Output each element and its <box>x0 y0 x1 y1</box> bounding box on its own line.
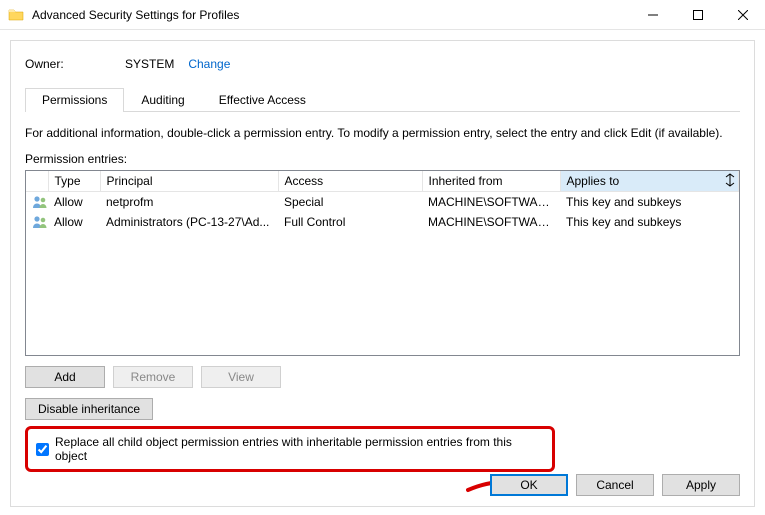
column-header-inherited[interactable]: Inherited from <box>422 171 560 192</box>
folder-icon <box>8 7 24 23</box>
disable-inheritance-button[interactable]: Disable inheritance <box>25 398 153 420</box>
cell-access: Full Control <box>278 212 422 232</box>
table-row[interactable]: AllowAdministrators (PC-13-27\Ad...Full … <box>26 212 739 232</box>
cell-principal: netprofm <box>100 192 278 213</box>
owner-change-link[interactable]: Change <box>188 57 230 71</box>
column-header-access[interactable]: Access <box>278 171 422 192</box>
replace-child-entries-highlight: Replace all child object permission entr… <box>25 426 555 472</box>
cell-principal: Administrators (PC-13-27\Ad... <box>100 212 278 232</box>
cell-applies: This key and subkeys <box>560 192 739 213</box>
close-button[interactable] <box>720 0 765 30</box>
view-button[interactable]: View <box>201 366 281 388</box>
cell-type: Allow <box>48 212 100 232</box>
owner-value: SYSTEM <box>125 57 174 71</box>
cell-applies: This key and subkeys <box>560 212 739 232</box>
dialog-buttons: OK Cancel Apply <box>490 474 740 496</box>
table-row[interactable]: AllownetprofmSpecialMACHINE\SOFTWARE...T… <box>26 192 739 213</box>
minimize-button[interactable] <box>630 0 675 30</box>
users-icon <box>26 212 48 232</box>
column-header-row: Type Principal Access Inherited from App… <box>26 171 739 192</box>
replace-child-entries-checkbox[interactable] <box>36 443 49 456</box>
cell-type: Allow <box>48 192 100 213</box>
apply-button[interactable]: Apply <box>662 474 740 496</box>
owner-row: Owner: SYSTEM Change <box>25 57 740 71</box>
cell-inherited: MACHINE\SOFTWARE... <box>422 212 560 232</box>
users-icon <box>26 192 48 213</box>
window-title: Advanced Security Settings for Profiles <box>32 8 630 22</box>
list-label: Permission entries: <box>25 152 740 166</box>
add-button[interactable]: Add <box>25 366 105 388</box>
replace-child-entries-label[interactable]: Replace all child object permission entr… <box>55 435 544 463</box>
tab-effective-access[interactable]: Effective Access <box>202 88 323 112</box>
column-header-applies[interactable]: Applies to <box>560 171 739 192</box>
tab-permissions[interactable]: Permissions <box>25 88 124 112</box>
column-header-principal[interactable]: Principal <box>100 171 278 192</box>
main-panel: Owner: SYSTEM Change Permissions Auditin… <box>10 40 755 507</box>
owner-label: Owner: <box>25 57 125 71</box>
info-text: For additional information, double-click… <box>25 126 740 140</box>
remove-button[interactable]: Remove <box>113 366 193 388</box>
tab-strip: Permissions Auditing Effective Access <box>25 87 740 112</box>
cancel-button[interactable]: Cancel <box>576 474 654 496</box>
maximize-button[interactable] <box>675 0 720 30</box>
column-header-type[interactable]: Type <box>48 171 100 192</box>
entry-buttons-row: Add Remove View <box>25 366 740 388</box>
titlebar: Advanced Security Settings for Profiles <box>0 0 765 30</box>
cell-inherited: MACHINE\SOFTWARE... <box>422 192 560 213</box>
tab-auditing[interactable]: Auditing <box>124 88 201 112</box>
permission-entries-list[interactable]: Type Principal Access Inherited from App… <box>25 170 740 356</box>
column-header-blank[interactable] <box>26 171 48 192</box>
ok-button[interactable]: OK <box>490 474 568 496</box>
cell-access: Special <box>278 192 422 213</box>
